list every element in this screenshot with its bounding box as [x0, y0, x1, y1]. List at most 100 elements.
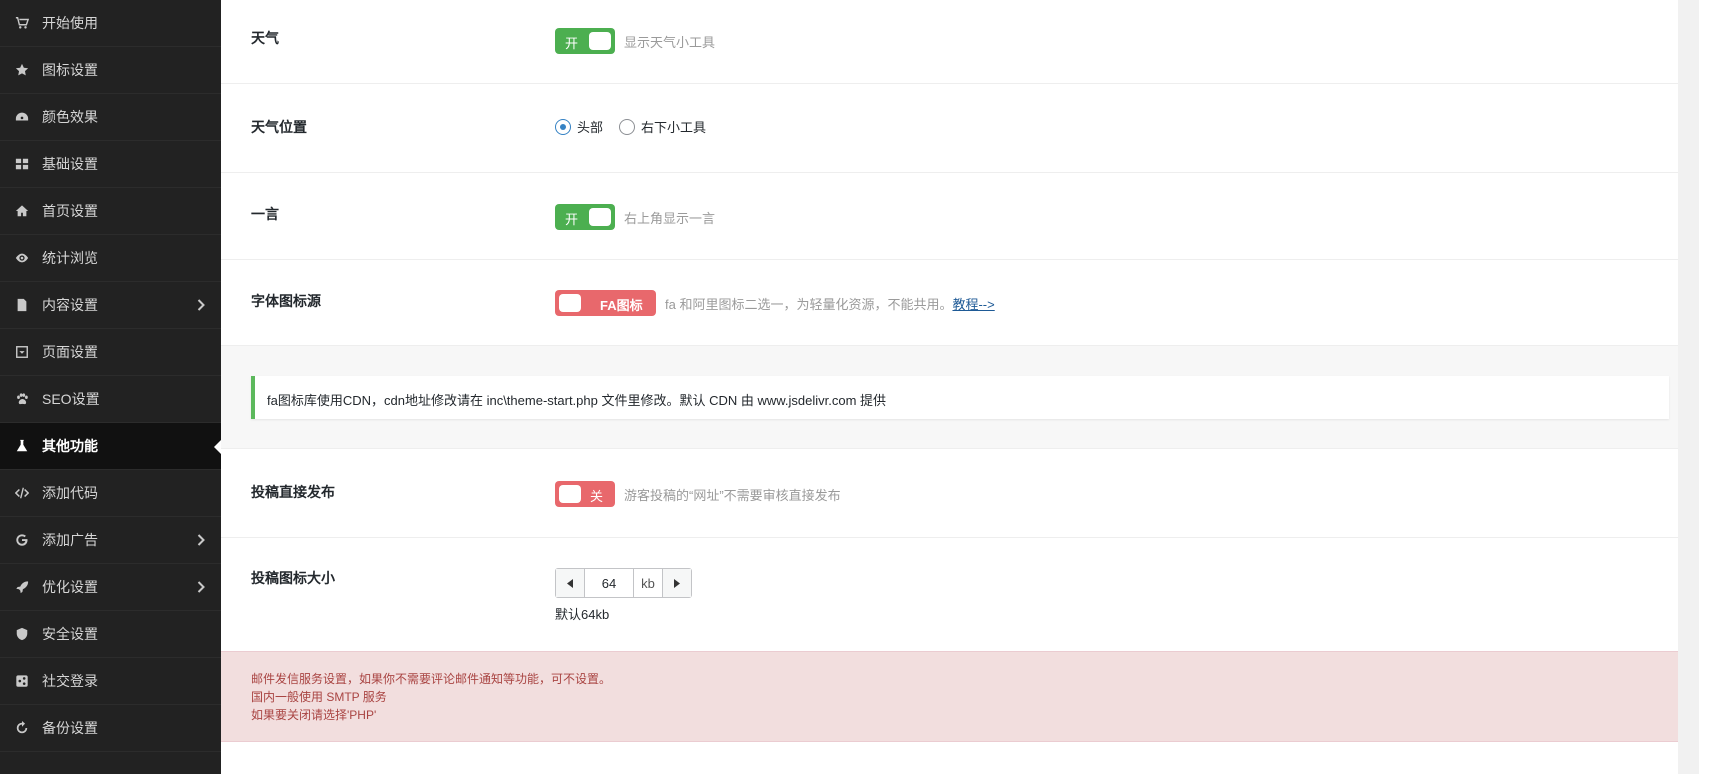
setting-description: 右上角显示一言 [624, 210, 716, 226]
setting-title: 字体图标源 [251, 293, 321, 309]
radio-header[interactable]: 头部 [555, 117, 603, 136]
sidebar-item-color-effects[interactable]: 颜色效果 [0, 94, 221, 141]
backup-icon [11, 721, 33, 735]
toggle-label: 开 [565, 36, 579, 51]
decrement-button[interactable] [556, 569, 585, 597]
sidebar-item-home-settings[interactable]: 首页设置 [0, 188, 221, 235]
setting-title: 投稿图标大小 [251, 570, 335, 586]
setting-row-font-icon-source: 字体图标源 FA图标 fa 和阿里图标二选一，为轻量化资源，不能共用。教程--> [221, 260, 1699, 346]
mail-notice-line: 国内一般使用 SMTP 服务 [251, 690, 387, 704]
sidebar-item-label: 备份设置 [42, 720, 98, 736]
sidebar-item-add-ads[interactable]: 添加广告 [0, 517, 221, 564]
setting-row-hitokoto: 一言 开 右上角显示一言 [221, 173, 1699, 260]
sidebar-item-content-settings[interactable]: 内容设置 [0, 282, 221, 329]
setting-description: 游客投稿的“网址”不需要审核直接发布 [624, 487, 841, 503]
sidebar-item-label: 图标设置 [42, 62, 98, 78]
sidebar-item-label: 基础设置 [42, 156, 98, 172]
icon-size-stepper: kb [555, 568, 692, 598]
sidebar-item-backup-settings[interactable]: 备份设置 [0, 705, 221, 752]
eye-icon [11, 251, 33, 265]
sidebar-item-label: SEO设置 [42, 391, 100, 407]
setting-description: 显示天气小工具 [624, 34, 716, 50]
chevron-right-icon [191, 534, 211, 546]
sidebar-item-label: 首页设置 [42, 203, 98, 219]
toggle-label: 关 [589, 489, 603, 504]
flask-icon [11, 439, 33, 453]
radio-label: 右下小工具 [641, 120, 707, 135]
mail-notice-line: 邮件发信服务设置，如果你不需要评论邮件通知等功能，可不设置。 [251, 672, 612, 686]
chevron-right-icon [191, 581, 211, 593]
toggle-knob [559, 485, 581, 503]
sidebar-item-icon-settings[interactable]: 图标设置 [0, 47, 221, 94]
scrollbar[interactable] [1678, 0, 1699, 774]
mail-notice-line: 如果要关闭请选择'PHP' [251, 708, 377, 722]
increment-button[interactable] [662, 569, 691, 597]
sidebar-item-seo-settings[interactable]: SEO设置 [0, 376, 221, 423]
sidebar-item-label: 页面设置 [42, 344, 98, 360]
sidebar-item-label: 社交登录 [42, 673, 98, 689]
hitokoto-toggle[interactable]: 开 [555, 204, 615, 230]
file-icon [11, 298, 33, 312]
toggle-knob [589, 32, 611, 50]
sidebar-item-other-functions[interactable]: 其他功能 [0, 423, 221, 470]
caret-left-icon [567, 578, 573, 588]
sidebar-item-label: 开始使用 [42, 15, 98, 31]
sidebar-item-label: 内容设置 [42, 297, 98, 313]
cdn-notice: fa图标库使用CDN，cdn地址修改请在 inc\theme-start.php… [251, 376, 1669, 419]
sidebar-item-label: 安全设置 [42, 626, 98, 642]
radio-bottom-right-widget[interactable]: 右下小工具 [619, 117, 706, 136]
tutorial-link[interactable]: 教程--> [952, 297, 994, 312]
code-icon [11, 486, 33, 500]
icon-source-toggle[interactable]: FA图标 [555, 290, 656, 316]
icon-size-input[interactable] [585, 569, 633, 597]
home-icon [11, 204, 33, 218]
caret-right-icon [674, 578, 680, 588]
rocket-icon [11, 580, 33, 594]
sidebar-item-optimize-settings[interactable]: 优化设置 [0, 564, 221, 611]
sidebar-item-label: 颜色效果 [42, 109, 98, 125]
sidebar-item-label: 添加代码 [42, 485, 98, 501]
sidebar-item-start[interactable]: 开始使用 [0, 0, 221, 47]
sidebar-item-security-settings[interactable]: 安全设置 [0, 611, 221, 658]
setting-title: 投稿直接发布 [251, 484, 335, 500]
setting-row-icon-size: 投稿图标大小 kb [221, 538, 1699, 651]
toggle-label: FA图标 [600, 298, 643, 313]
sidebar-item-basic-settings[interactable]: 基础设置 [0, 141, 221, 188]
google-icon [11, 533, 33, 547]
sidebar-item-social-login[interactable]: 社交登录 [0, 658, 221, 705]
setting-title: 天气位置 [251, 119, 307, 135]
sidebar-item-label: 其他功能 [42, 438, 98, 454]
setting-row-weather: 天气 开 显示天气小工具 [221, 0, 1699, 84]
notice-section: fa图标库使用CDN，cdn地址修改请在 inc\theme-start.php… [221, 346, 1699, 449]
sidebar-item-statistics[interactable]: 统计浏览 [0, 235, 221, 282]
shield-icon [11, 627, 33, 641]
sidebar-item-label: 统计浏览 [42, 250, 98, 266]
radio-button[interactable] [619, 118, 636, 135]
setting-description: fa 和阿里图标二选一，为轻量化资源，不能共用。教程--> [665, 294, 995, 313]
dashboard-icon [11, 110, 33, 124]
icon-size-hint: 默认64kb [555, 607, 610, 622]
sidebar-item-label: 添加广告 [42, 532, 98, 548]
chevron-right-icon [191, 299, 211, 311]
radio-button[interactable] [555, 118, 571, 135]
cart-icon [11, 16, 33, 30]
toggle-knob [559, 294, 581, 312]
radio-label: 头部 [577, 120, 604, 135]
unit-label: kb [633, 569, 662, 597]
sidebar-item-page-settings[interactable]: 页面设置 [0, 329, 221, 376]
paw-icon [11, 392, 33, 406]
share-icon [11, 674, 33, 688]
weather-toggle[interactable]: 开 [555, 28, 615, 54]
toggle-label: 开 [565, 212, 579, 227]
toggle-knob [589, 208, 611, 226]
setting-row-direct-publish: 投稿直接发布 关 游客投稿的“网址”不需要审核直接发布 [221, 449, 1699, 538]
direct-publish-toggle[interactable]: 关 [555, 481, 615, 507]
grid-icon [11, 157, 33, 171]
setting-row-weather-position: 天气位置 头部 右下小工具 [221, 84, 1699, 173]
sidebar-item-label: 优化设置 [42, 579, 98, 595]
mail-notice-box: 邮件发信服务设置，如果你不需要评论邮件通知等功能，可不设置。 国内一般使用 SM… [221, 651, 1699, 742]
settings-panel: 天气 开 显示天气小工具 天气位置 头部 右下小工具 一言 开 右上角显示一言 … [221, 0, 1699, 774]
sidebar-item-add-code[interactable]: 添加代码 [0, 470, 221, 517]
sidebar: 开始使用 图标设置 颜色效果 基础设置 首页设置 统计浏览 内容设置 页面设置 … [0, 0, 221, 774]
description-text: fa 和阿里图标二选一，为轻量化资源，不能共用。 [665, 296, 953, 312]
